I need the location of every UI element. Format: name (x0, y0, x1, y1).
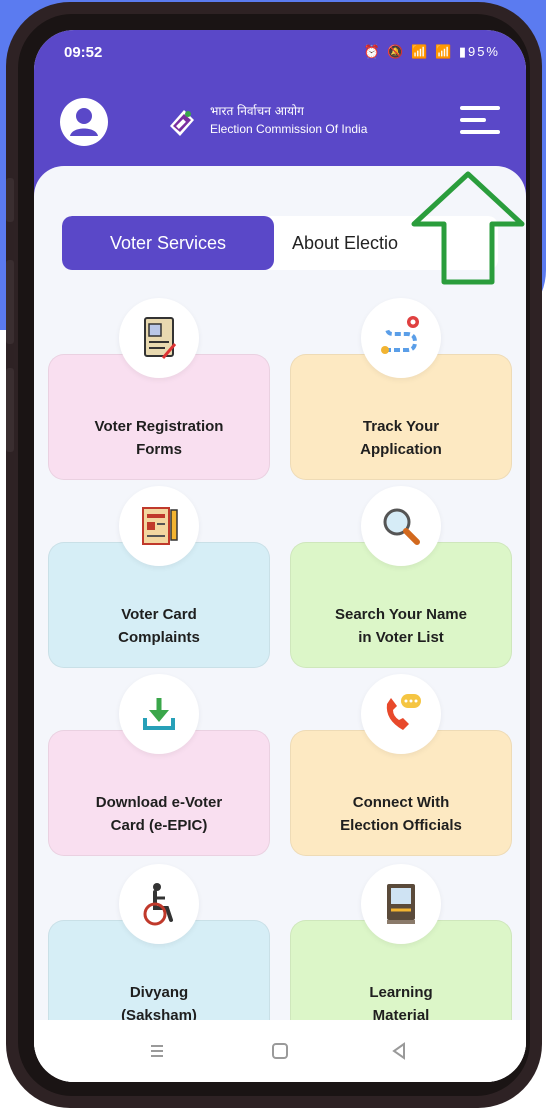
back-icon[interactable] (386, 1038, 412, 1064)
service-card-label: Track Your Application (360, 418, 442, 458)
home-icon[interactable] (267, 1038, 293, 1064)
service-card-label: Voter Registration Forms (94, 418, 224, 458)
tab-voter-services[interactable]: Voter Services (62, 216, 274, 270)
service-card-label: Search Your Name in Voter List (334, 606, 467, 646)
profile-button[interactable] (60, 98, 108, 146)
service-card-label: Connect With Election Officials (340, 794, 462, 834)
android-nav-bar (34, 1020, 526, 1082)
menu-line (460, 118, 486, 122)
phone-side-button (6, 368, 14, 452)
phone-side-button (6, 260, 14, 344)
wheelchair-icon (119, 864, 199, 944)
status-icons: ⏰ 🔕 📶 📶 ▮95% (363, 44, 500, 59)
menu-line (460, 106, 500, 110)
phone-side-button (6, 178, 14, 222)
recent-apps-icon[interactable] (144, 1038, 170, 1064)
book-icon (361, 864, 441, 944)
service-card-label: Voter Card Complaints (118, 606, 200, 646)
service-card-label: Download e-Voter Card (e-EPIC) (95, 794, 223, 834)
profile-icon (62, 100, 106, 144)
magnifier-icon (361, 486, 441, 566)
eci-logo-icon (170, 110, 194, 136)
brand-hindi-text: भारत निर्वाचन आयोग (210, 104, 304, 118)
brand-english-text: Election Commission Of India (210, 122, 368, 136)
route-tracker-icon (361, 298, 441, 378)
app-bar: भारत निर्वाचन आयोग Election Commission O… (34, 90, 526, 160)
status-time: 09:52 (64, 44, 103, 61)
registration-form-icon (119, 298, 199, 378)
phone-chat-icon (361, 674, 441, 754)
main-content: Voter Services About Electio Voter Regis… (34, 166, 526, 1082)
annotation-arrow-icon (411, 171, 525, 285)
complaint-notepad-icon (119, 486, 199, 566)
menu-line (460, 130, 500, 134)
status-bar: 09:52 ⏰ 🔕 📶 📶 ▮95% (34, 38, 526, 68)
hamburger-menu-button[interactable] (460, 104, 500, 136)
download-icon (119, 674, 199, 754)
